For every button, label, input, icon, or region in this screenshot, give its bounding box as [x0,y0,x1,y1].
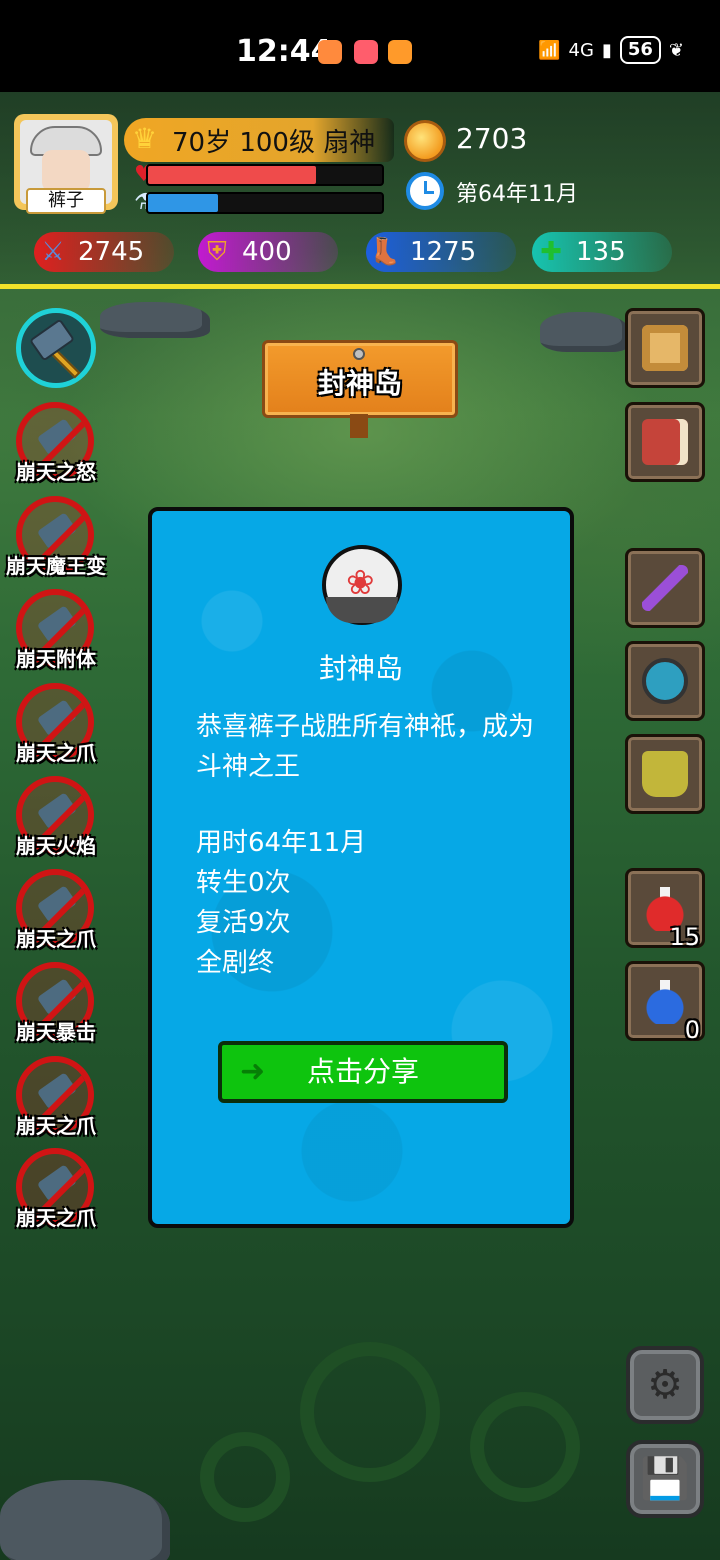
rock [0,1480,170,1560]
skill-slot[interactable]: 崩天附体 [14,589,96,679]
speed-value: 1275 [410,237,477,267]
blue-potion-count: 0 [684,1016,700,1044]
skill-slot[interactable]: 崩天之爪 [14,1056,96,1146]
player-name: 裤子 [26,188,106,214]
network-label: 4G [568,39,594,61]
attack-stat: ⚔ 2745 [34,232,174,272]
wifi-icon: 📶 [538,39,561,61]
skill-label: 崩天附体 [16,647,96,671]
skill-label: 崩天之爪 [16,741,96,765]
blue-potion-slot[interactable]: 0 [625,961,705,1044]
lotus-icon: ❀ [346,563,375,603]
hp-bar [146,164,384,186]
signal-icon: ▮ [601,39,612,61]
map-button[interactable] [625,308,705,388]
rebirth-count: 转生0次 [196,868,291,898]
clock-icon [406,172,444,210]
status-indicators: 📶 4G ▮ 56 ❦ [538,36,684,64]
map-scroll-icon [642,325,688,371]
game-date: 第64年11月 [456,182,578,207]
active-skill-hammer[interactable] [16,308,96,388]
sword-icon: ⚔ [41,237,65,267]
armor-slot[interactable] [625,641,705,721]
skill-slot[interactable]: 崩天暴击 [14,962,96,1052]
health-stat: ✚ 135 [532,232,672,272]
gear-icon: ⚙ [647,1362,683,1408]
vine [300,1342,440,1482]
gold-amount: 2703 [456,122,528,155]
notification-app-icon [354,40,378,64]
share-button-label: 点击分享 [306,1055,419,1088]
book-icon [642,419,688,465]
rock [100,302,210,338]
leaf-icon: ❦ [668,39,684,61]
health-cross-icon: ✚ [540,237,562,267]
rock [540,312,630,352]
gold-coin-icon [404,120,446,162]
red-potion-slot[interactable]: 15 [625,868,705,951]
skill-slot[interactable]: 崩天之爪 [14,1148,96,1238]
notification-app-icon [318,40,342,64]
hud-divider [0,284,720,289]
dialog-title: 封神岛 [318,652,403,685]
defense-stat: ⛨ 400 [198,232,338,272]
armor-icon [642,658,688,704]
skill-slot[interactable]: 崩天之爪 [14,683,96,773]
skill-label: 崩天之爪 [16,1206,96,1230]
boot-icon: 👢 [368,237,402,267]
boots-slot[interactable] [625,734,705,814]
save-icon: 💾 [640,1456,690,1502]
ending-text: 全剧终 [196,948,275,978]
skill-slot[interactable]: 崩天火焰 [14,776,96,866]
dialog-body: 恭喜裤子战胜所有神祇，成为斗神之王 用时64年11月 转生0次 复活9次 全剧终 [196,707,556,983]
red-potion-count: 15 [669,923,700,951]
skill-label: 崩天之怒 [16,460,96,484]
skill-label: 崩天之爪 [16,927,96,951]
lotus-badge: ❀ [322,545,402,625]
weapon-slot[interactable] [625,548,705,628]
vine [200,1432,290,1522]
settings-button[interactable]: ⚙ [626,1346,704,1424]
player-hud: 裤子 ♛ 70岁 100级 扇神 ♥ ⚗ 2703 第64年11月 ⚔ 2745… [0,92,720,289]
boots-icon [642,751,688,797]
speed-stat: 👢 1275 [366,232,516,272]
blue-potion-icon [642,978,688,1024]
location-name: 封神岛 [317,367,402,400]
vine [470,1392,580,1502]
notification-app-icon [388,40,412,64]
save-button[interactable]: 💾 [626,1440,704,1518]
sign-post [350,414,368,438]
skill-slot[interactable]: 崩天之爪 [14,869,96,959]
defense-value: 400 [242,237,292,267]
share-button[interactable]: ➜ 点击分享 [218,1041,508,1103]
skill-label: 崩天魔王变 [6,554,106,578]
share-arrow-icon: ➜ [240,1054,266,1089]
hp-bar-fill [148,166,317,184]
skill-slot[interactable]: 崩天魔王变 [6,496,106,586]
face [42,150,90,192]
crown-icon: ♛ [132,122,158,155]
player-title: 70岁 100级 扇神 [172,128,376,158]
skill-label: 崩天火焰 [16,834,96,858]
nail [353,348,365,360]
sword-icon [642,565,688,611]
mp-bar [146,192,384,214]
skill-label: 崩天暴击 [16,1020,96,1044]
skill-label: 崩天之爪 [16,1114,96,1138]
time-used: 用时64年11月 [196,828,367,858]
skill-slot[interactable]: 崩天之怒 [14,402,96,492]
attack-value: 2745 [78,237,145,267]
spellbook-button[interactable] [625,402,705,482]
revive-count: 复活9次 [196,908,291,938]
status-bar: 12:44 📶 4G ▮ 56 ❦ [0,0,720,92]
battery-indicator: 56 [619,36,661,64]
health-value: 135 [576,237,626,267]
shield-icon: ⛨ [207,237,227,267]
mp-bar-fill [148,194,219,212]
dialog-message: 恭喜裤子战胜所有神祇，成为斗神之王 [196,712,535,782]
hammer-icon [28,318,76,362]
ending-dialog: ❀ 封神岛 恭喜裤子战胜所有神祇，成为斗神之王 用时64年11月 转生0次 复活… [148,507,574,1228]
